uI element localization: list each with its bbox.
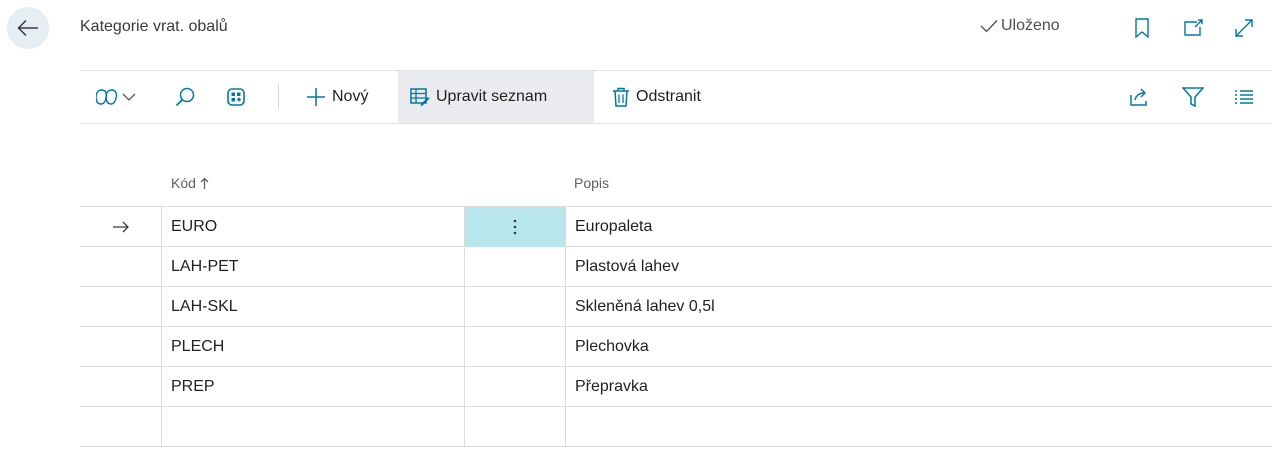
saved-status: Uloženo [980, 17, 1060, 35]
row-selector[interactable] [80, 327, 162, 367]
open-new-window-button[interactable] [1182, 16, 1206, 40]
list-view-button[interactable] [1234, 71, 1254, 123]
column-header-code-label: Kód [171, 175, 196, 191]
expand-button[interactable] [1232, 16, 1256, 40]
more-options-icon [513, 219, 517, 235]
table-row[interactable]: PLECH Plechovka [80, 327, 1272, 367]
data-grid: EURO Europaleta LAH-PET Plastová lahev L… [80, 206, 1272, 447]
share-icon [1130, 88, 1147, 106]
back-arrow-icon [17, 19, 38, 37]
row-actions-cell[interactable] [465, 407, 566, 447]
column-header-description-label: Popis [574, 175, 610, 191]
row-selector[interactable] [80, 247, 162, 287]
column-header-code[interactable]: Kód [171, 175, 209, 191]
edit-list-icon [410, 88, 430, 106]
code-cell[interactable] [162, 407, 465, 447]
analyze-button[interactable] [226, 71, 246, 123]
code-cell[interactable]: LAH-PET [162, 247, 465, 287]
table-row[interactable]: PREP Přepravka [80, 367, 1272, 407]
column-header-description[interactable]: Popis [574, 175, 609, 191]
new-button[interactable]: Nový [306, 71, 368, 123]
row-selector[interactable] [80, 287, 162, 327]
row-actions-cell[interactable] [465, 327, 566, 367]
code-cell[interactable]: EURO [162, 207, 465, 247]
analyze-icon [227, 88, 245, 106]
expand-icon [1235, 19, 1253, 37]
list-view-icon [1235, 90, 1253, 104]
description-cell[interactable]: Plastová lahev [566, 247, 1272, 287]
sort-ascending-icon [200, 177, 209, 189]
row-selector[interactable] [80, 367, 162, 407]
toolbar-separator [278, 85, 279, 109]
description-cell[interactable]: Plechovka [566, 327, 1272, 367]
description-cell[interactable]: Skleněná lahev 0,5l [566, 287, 1272, 327]
row-actions-button[interactable] [465, 207, 566, 247]
trash-icon [613, 87, 629, 107]
checkmark-icon [980, 20, 998, 33]
page-title: Kategorie vrat. obalů [80, 18, 228, 35]
search-icon [175, 87, 195, 107]
chevron-down-icon [122, 93, 136, 101]
plus-icon [307, 88, 325, 106]
row-actions-cell[interactable] [465, 247, 566, 287]
description-cell[interactable]: Europaleta [566, 207, 1272, 247]
edit-list-label: Upravit seznam [436, 88, 548, 105]
table-row[interactable]: LAH-SKL Skleněná lahev 0,5l [80, 287, 1272, 327]
delete-button[interactable]: Odstranit [612, 71, 701, 123]
row-selector[interactable] [80, 207, 162, 247]
table-row[interactable]: EURO Europaleta [80, 207, 1272, 247]
saved-label: Uloženo [1001, 17, 1060, 34]
edit-list-button[interactable]: Upravit seznam [398, 71, 594, 123]
table-row[interactable]: LAH-PET Plastová lahev [80, 247, 1272, 287]
search-button[interactable] [175, 71, 195, 123]
new-button-label: Nový [332, 88, 369, 105]
description-cell[interactable]: Přepravka [566, 367, 1272, 407]
open-new-window-icon [1184, 19, 1203, 36]
row-arrow-icon [112, 221, 129, 233]
filter-icon [1182, 87, 1204, 107]
delete-button-label: Odstranit [636, 88, 701, 105]
bookmark-icon [1135, 18, 1149, 38]
back-button[interactable] [7, 7, 49, 49]
copilot-icon [96, 89, 118, 105]
row-actions-cell[interactable] [465, 367, 566, 407]
toolbar-bottom-divider [80, 123, 1272, 124]
action-toolbar: Nový Upravit seznam Odstranit [80, 71, 1272, 123]
description-cell[interactable] [566, 407, 1272, 447]
filter-button[interactable] [1182, 71, 1204, 123]
copilot-menu-button[interactable] [96, 71, 136, 123]
share-button[interactable] [1129, 71, 1149, 123]
code-cell[interactable]: PLECH [162, 327, 465, 367]
row-actions-cell[interactable] [465, 287, 566, 327]
row-selector[interactable] [80, 407, 162, 447]
code-cell[interactable]: LAH-SKL [162, 287, 465, 327]
code-cell[interactable]: PREP [162, 367, 465, 407]
bookmark-button[interactable] [1130, 16, 1154, 40]
table-row-new[interactable] [80, 407, 1272, 447]
